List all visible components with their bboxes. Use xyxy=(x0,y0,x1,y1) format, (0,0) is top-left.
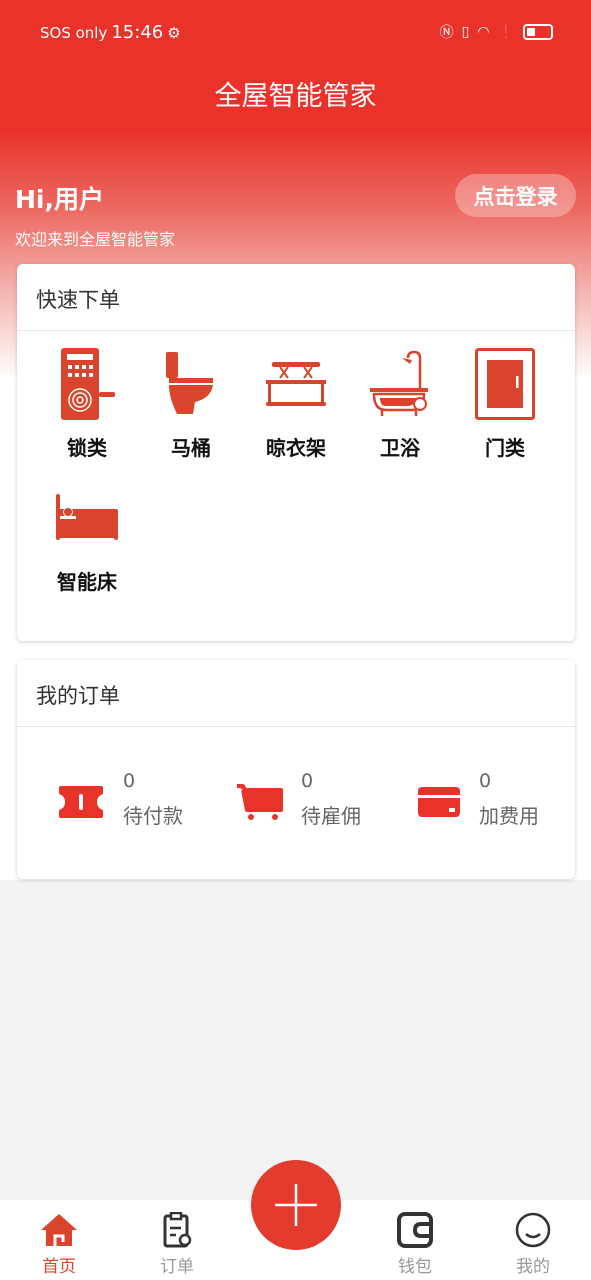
toilet-icon xyxy=(166,352,213,414)
quick-item-bed[interactable]: 智能床 xyxy=(35,494,139,595)
welcome-text: 欢迎来到全屋智能管家 xyxy=(15,230,176,249)
tab-orders[interactable]: 订单 xyxy=(137,1212,217,1277)
quick-item-lock[interactable]: 锁类 xyxy=(35,348,139,461)
tab-label: 钱包 xyxy=(398,1257,432,1277)
bed-icon xyxy=(56,494,118,540)
my-orders-title: 我的订单 xyxy=(17,660,575,727)
carrier-text: SOS only xyxy=(40,23,108,42)
alert-icon: ❗ xyxy=(497,24,515,40)
bathtub-icon xyxy=(370,350,428,416)
smiley-icon xyxy=(515,1212,551,1248)
nfc-icon: Ⓝ xyxy=(439,25,454,41)
clipboard-icon xyxy=(163,1212,192,1248)
order-label: 待雇佣 xyxy=(301,804,361,828)
cart-icon xyxy=(237,784,283,820)
status-icons: Ⓝ ▯ ◠ ❗ xyxy=(440,22,553,42)
wifi-icon: ◠ xyxy=(477,24,490,40)
order-count: 0 xyxy=(301,770,314,792)
add-button[interactable] xyxy=(251,1160,341,1250)
status-bar: SOS only 15:46 ⚙ xyxy=(40,22,181,43)
quick-item-toilet[interactable]: 马桶 xyxy=(139,348,243,461)
quick-item-bathroom[interactable]: 卫浴 xyxy=(348,348,452,461)
quick-item-label: 卫浴 xyxy=(380,436,420,460)
smart-lock-icon xyxy=(61,348,115,420)
tab-label: 我的 xyxy=(516,1257,550,1277)
card-icon xyxy=(418,787,460,817)
clock: 15:46 xyxy=(111,22,164,43)
vibrate-icon: ▯ xyxy=(461,24,470,40)
ticket-icon xyxy=(59,786,103,818)
quick-item-label: 马桶 xyxy=(171,436,211,460)
door-icon xyxy=(475,348,535,420)
my-orders-card: 我的订单 0 待付款 0 待雇佣 0 加费用 xyxy=(17,660,575,879)
quick-item-label: 门类 xyxy=(485,436,525,460)
plus-icon xyxy=(275,1184,317,1226)
quick-item-clothes-rack[interactable]: 晾衣架 xyxy=(244,348,348,461)
quick-item-door[interactable]: 门类 xyxy=(453,348,557,461)
tab-wallet[interactable]: 钱包 xyxy=(375,1212,455,1277)
order-label: 待付款 xyxy=(123,804,183,828)
page-title: 全屋智能管家 xyxy=(214,81,377,112)
order-item-unpaid[interactable]: 0 待付款 xyxy=(57,770,183,829)
battery-icon xyxy=(523,24,553,40)
order-count: 0 xyxy=(123,770,136,792)
tab-label: 订单 xyxy=(160,1257,194,1277)
greeting: Hi,用户 xyxy=(15,185,104,214)
home-icon xyxy=(41,1214,77,1246)
tab-label: 首页 xyxy=(42,1257,76,1277)
login-button[interactable]: 点击登录 xyxy=(455,174,576,217)
order-item-extra-fee[interactable]: 0 加费用 xyxy=(417,770,539,829)
quick-item-label: 智能床 xyxy=(57,570,117,594)
order-item-hiring[interactable]: 0 待雇佣 xyxy=(235,770,361,829)
clothes-rack-icon xyxy=(266,362,326,406)
quick-item-label: 锁类 xyxy=(67,436,107,460)
gear-icon: ⚙ xyxy=(167,23,181,42)
quick-item-label: 晾衣架 xyxy=(266,436,326,460)
quick-order-card: 快速下单 锁类 马桶 晾衣架 卫浴 门类 智能床 xyxy=(17,264,575,641)
tab-home[interactable]: 首页 xyxy=(19,1212,99,1277)
wallet-icon xyxy=(397,1212,433,1248)
order-label: 加费用 xyxy=(479,804,539,828)
order-count: 0 xyxy=(479,770,492,792)
quick-order-title: 快速下单 xyxy=(17,264,575,331)
tab-profile[interactable]: 我的 xyxy=(493,1212,573,1277)
